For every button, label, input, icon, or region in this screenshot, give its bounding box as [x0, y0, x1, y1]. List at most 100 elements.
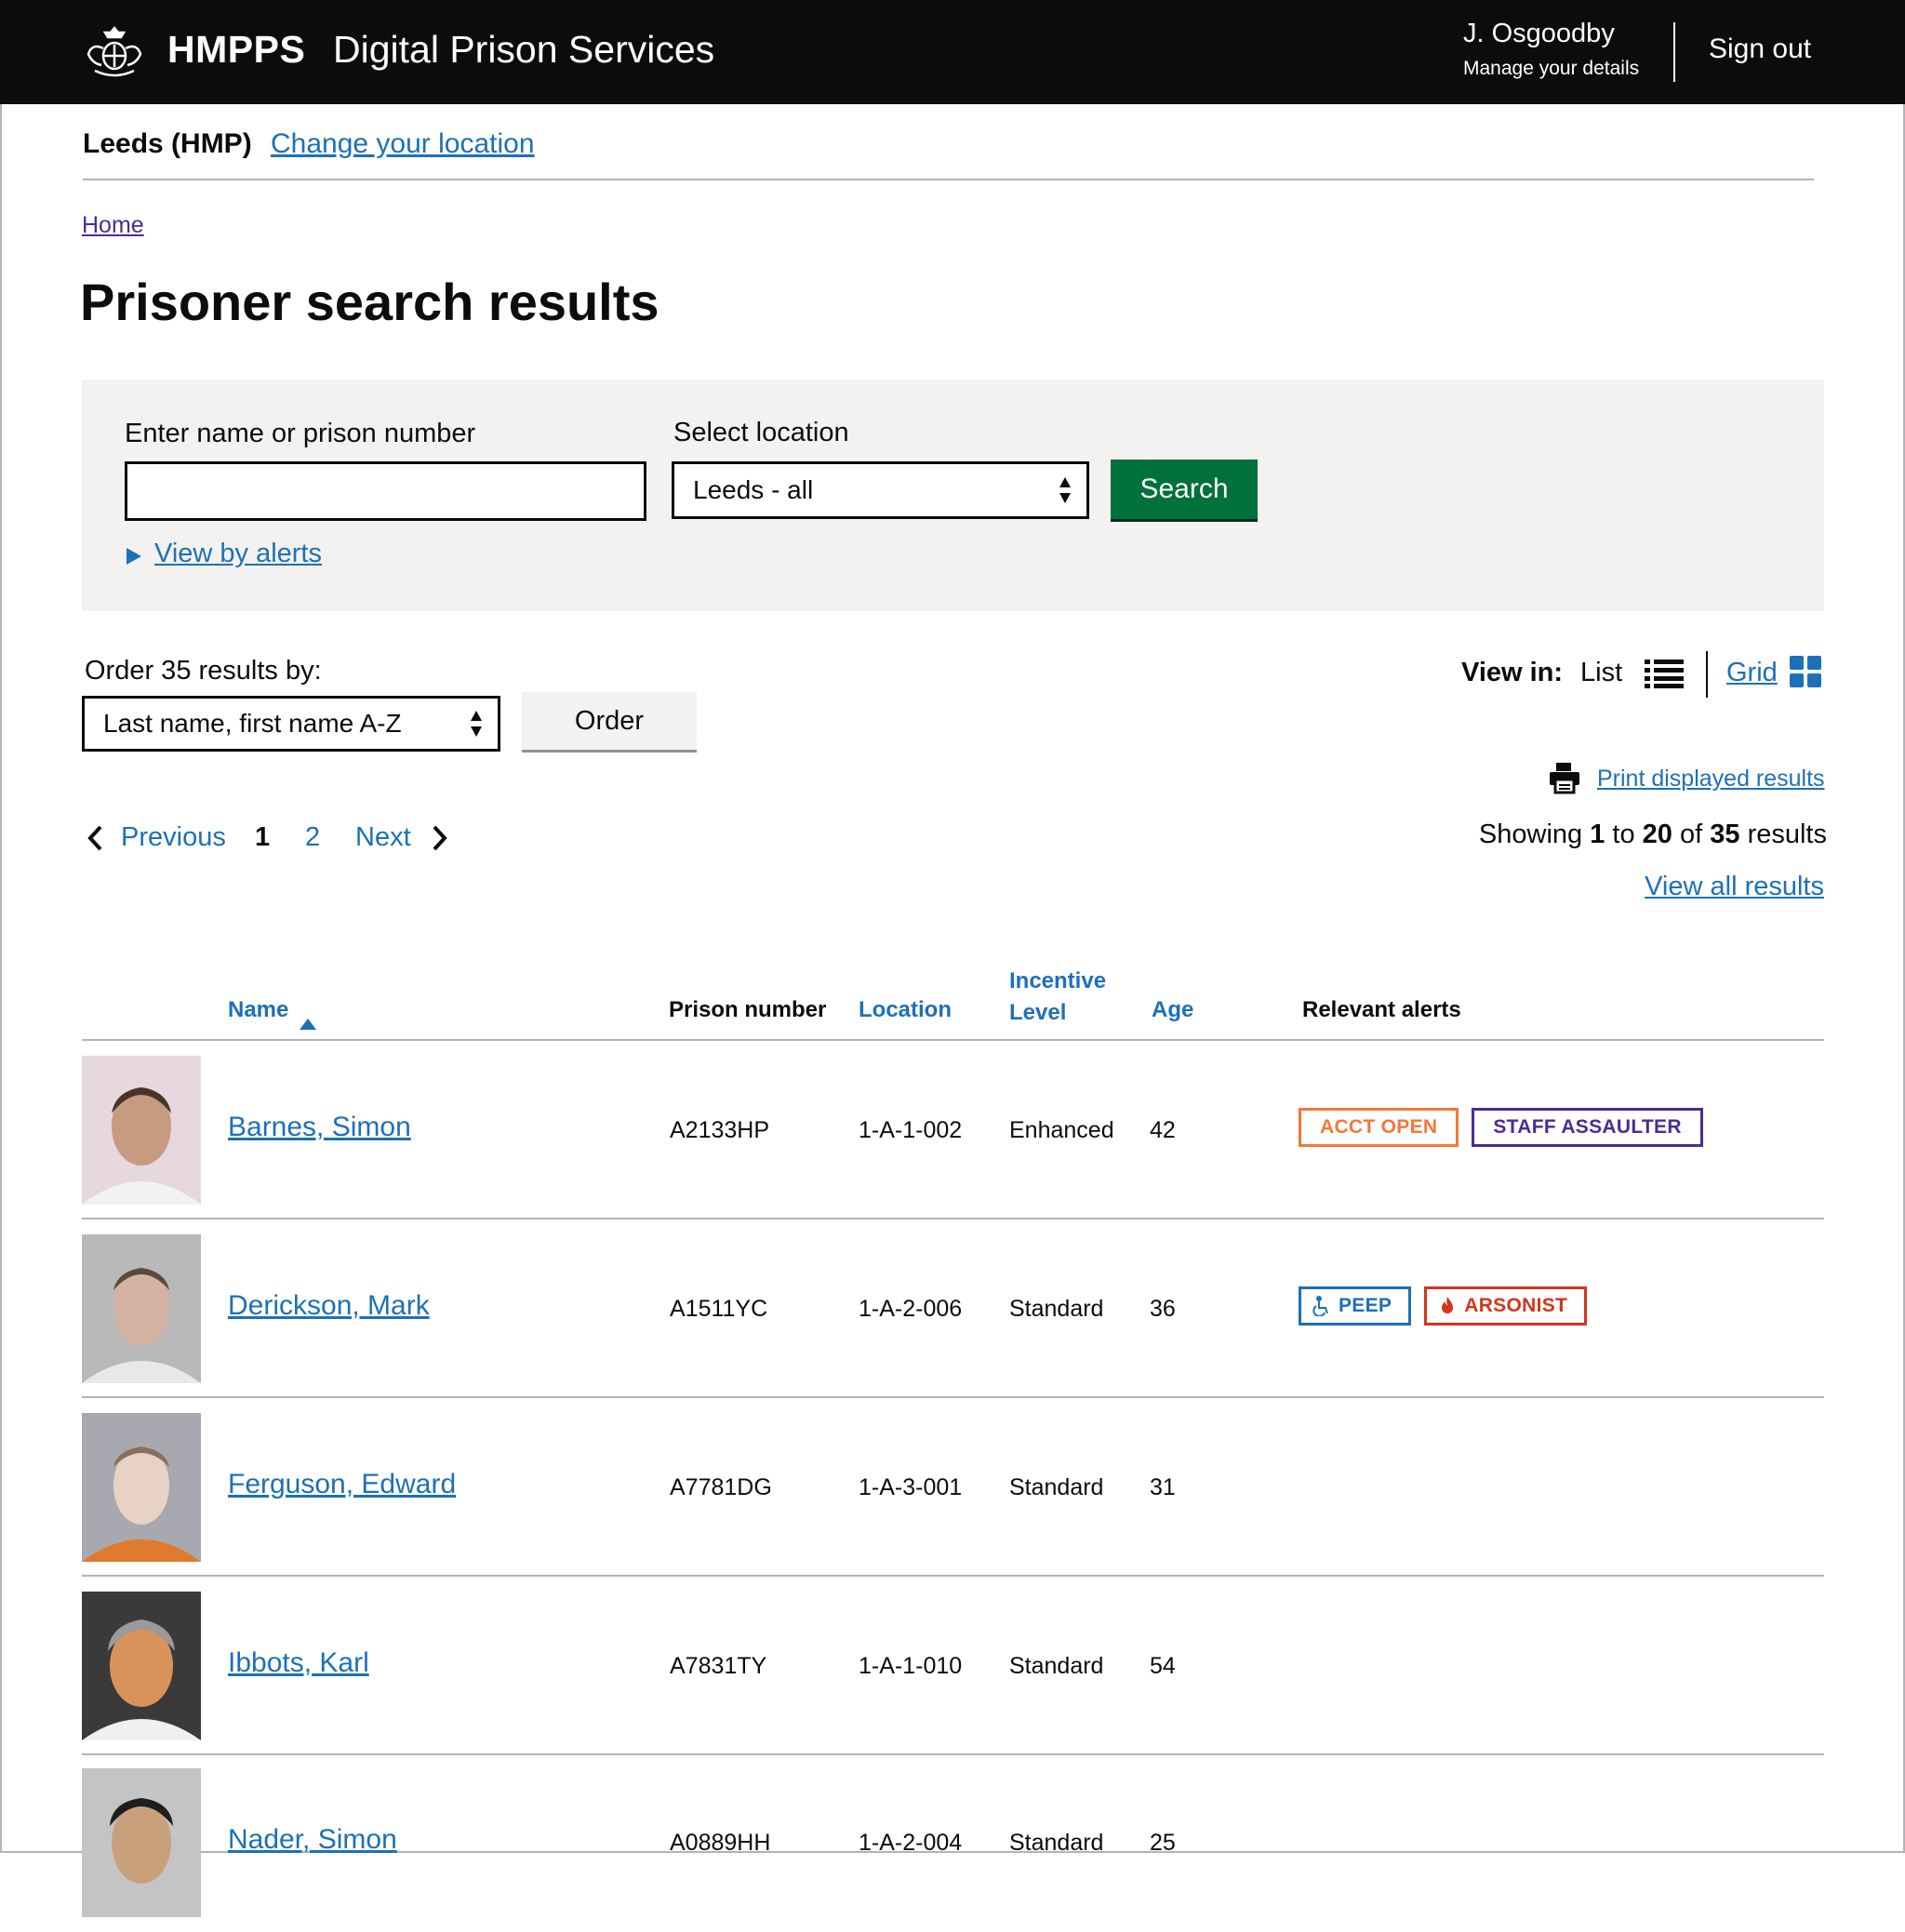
prison-number: A2133HP	[670, 1117, 770, 1143]
view-all-results-link[interactable]: View all results	[1645, 872, 1824, 902]
alert-badge-staff-assaulter: STAFF ASSAULTER	[1472, 1108, 1703, 1147]
site-header: HMPPS Digital Prison Services J. Osgoodb…	[0, 0, 1905, 104]
table-row: Ibbots, Karl A7831TY 1-A-1-010 Standard …	[82, 1577, 1824, 1755]
table-row: Nader, Simon A0889HH 1-A-2-004 Standard …	[82, 1753, 1824, 1932]
search-button[interactable]: Search	[1111, 460, 1258, 519]
cell-location: 1-A-3-001	[859, 1474, 963, 1500]
alert-label: ARSONIST	[1464, 1295, 1568, 1316]
age: 36	[1150, 1296, 1176, 1322]
cell-location: 1-A-1-010	[859, 1653, 963, 1679]
page-title: Prisoner search results	[80, 273, 659, 331]
current-location: Leeds (HMP)	[83, 128, 252, 159]
table-row: Barnes, Simon A2133HP 1-A-1-002 Enhanced…	[82, 1041, 1824, 1219]
alert-label: PEEP	[1339, 1295, 1392, 1316]
table-row: Ferguson, Edward A7781DG 1-A-3-001 Stand…	[82, 1398, 1824, 1577]
grid-view-icon[interactable]	[1790, 656, 1821, 687]
prisoner-photo[interactable]	[82, 1056, 201, 1205]
prison-number: A1511YC	[670, 1296, 768, 1322]
incentive-header-line1: Incentive	[1009, 968, 1107, 993]
prison-number: A7781DG	[670, 1474, 772, 1500]
pagination-next[interactable]: Next	[355, 822, 411, 853]
incentive-level: Standard	[1009, 1653, 1104, 1679]
flame-icon	[1442, 1297, 1454, 1313]
location-select-value: Leeds - all	[693, 475, 814, 504]
chevron-right-icon[interactable]	[431, 824, 449, 852]
prisoner-name-link[interactable]: Barnes, Simon	[228, 1112, 411, 1143]
results-from: 1	[1590, 819, 1605, 849]
disclosure-triangle-icon	[127, 547, 141, 565]
breadcrumb-home-link[interactable]: Home	[82, 212, 144, 239]
brand-name[interactable]: HMPPS	[167, 28, 305, 72]
view-in-divider	[1706, 651, 1708, 698]
alert-label: STAFF ASSAULTER	[1493, 1116, 1682, 1138]
order-select[interactable]: Last name, first name A-Z	[82, 696, 500, 752]
column-header-incentive-level[interactable]: Incentive Level	[1009, 966, 1106, 1029]
service-name[interactable]: Digital Prison Services	[333, 28, 714, 72]
location-select-label: Select location	[673, 418, 849, 447]
select-arrows-icon	[1059, 477, 1071, 503]
alert-badge-arsonist: ARSONIST	[1424, 1286, 1588, 1326]
prison-number: A7831TY	[670, 1653, 767, 1679]
view-by-alerts-label: View by alerts	[154, 539, 322, 568]
alert-label: ACCT OPEN	[1320, 1116, 1438, 1138]
incentive-header-line2: Level	[1009, 1000, 1067, 1025]
printer-icon[interactable]	[1548, 761, 1581, 794]
prisoner-name-link[interactable]: Nader, Simon	[228, 1824, 397, 1856]
column-header-age[interactable]: Age	[1152, 997, 1193, 1023]
view-list-current: List	[1580, 658, 1623, 687]
wheelchair-icon	[1312, 1296, 1328, 1316]
incentive-level: Enhanced	[1009, 1117, 1114, 1143]
table-row: Derickson, Mark A1511YC 1-A-2-006 Standa…	[82, 1219, 1824, 1398]
results-suffix: results	[1747, 819, 1827, 849]
incentive-level: Standard	[1009, 1296, 1104, 1322]
manage-details-link[interactable]: Manage your details	[1463, 58, 1639, 80]
prisoner-photo[interactable]	[82, 1592, 201, 1740]
view-in-label: View in:	[1461, 658, 1564, 687]
alert-badge-peep: PEEP	[1299, 1286, 1412, 1326]
column-header-name[interactable]: Name	[228, 997, 288, 1023]
pagination-page-2[interactable]: 2	[305, 822, 320, 853]
print-results-link[interactable]: Print displayed results	[1597, 766, 1825, 793]
location-divider	[83, 179, 1814, 180]
header-divider	[1673, 22, 1675, 82]
results-of-word: of	[1680, 819, 1703, 849]
results-count-prefix: Showing	[1478, 819, 1583, 849]
sort-ascending-icon	[300, 1019, 316, 1030]
prisoner-name-link[interactable]: Ibbots, Karl	[228, 1647, 369, 1679]
pagination-previous[interactable]: Previous	[121, 822, 226, 853]
user-name: J. Osgoodby	[1463, 19, 1615, 48]
results-count: Showing 1 to 20 of 35 results	[1479, 819, 1827, 850]
change-location-link[interactable]: Change your location	[271, 128, 535, 160]
alert-badge-acct-open: ACCT OPEN	[1299, 1108, 1459, 1147]
view-by-alerts-toggle[interactable]: View by alerts	[127, 539, 322, 569]
prisoner-photo[interactable]	[82, 1234, 201, 1383]
incentive-level: Standard	[1009, 1474, 1104, 1500]
alerts-list: PEEP ARSONIST	[1299, 1286, 1588, 1326]
column-header-prison-number: Prison number	[669, 997, 827, 1022]
cell-location: 1-A-1-002	[859, 1117, 963, 1143]
column-header-alerts: Relevant alerts	[1302, 997, 1461, 1022]
view-grid-link[interactable]: Grid	[1726, 658, 1778, 688]
order-label: Order 35 results by:	[85, 656, 322, 686]
chevron-left-icon[interactable]	[86, 824, 104, 852]
age: 31	[1150, 1474, 1176, 1500]
results-to: 20	[1642, 819, 1672, 849]
sign-out-link[interactable]: Sign out	[1709, 33, 1811, 65]
order-select-value: Last name, first name A-Z	[103, 709, 402, 738]
location-select[interactable]: Leeds - all	[672, 461, 1089, 519]
results-total: 35	[1710, 819, 1740, 849]
prisoner-name-link[interactable]: Ferguson, Edward	[228, 1469, 456, 1500]
list-view-icon	[1645, 660, 1684, 688]
prisoner-photo[interactable]	[82, 1768, 201, 1917]
results-to-word: to	[1612, 819, 1635, 849]
name-search-label: Enter name or prison number	[125, 419, 476, 448]
order-button[interactable]: Order	[522, 692, 697, 750]
age: 54	[1150, 1653, 1176, 1679]
pagination-current-page: 1	[255, 822, 271, 852]
column-header-location[interactable]: Location	[859, 997, 952, 1023]
alerts-list: ACCT OPEN STAFF ASSAULTER	[1299, 1108, 1703, 1147]
name-search-input[interactable]	[125, 461, 646, 521]
prisoner-photo[interactable]	[82, 1413, 201, 1562]
age: 42	[1150, 1117, 1176, 1143]
prisoner-name-link[interactable]: Derickson, Mark	[228, 1290, 430, 1322]
